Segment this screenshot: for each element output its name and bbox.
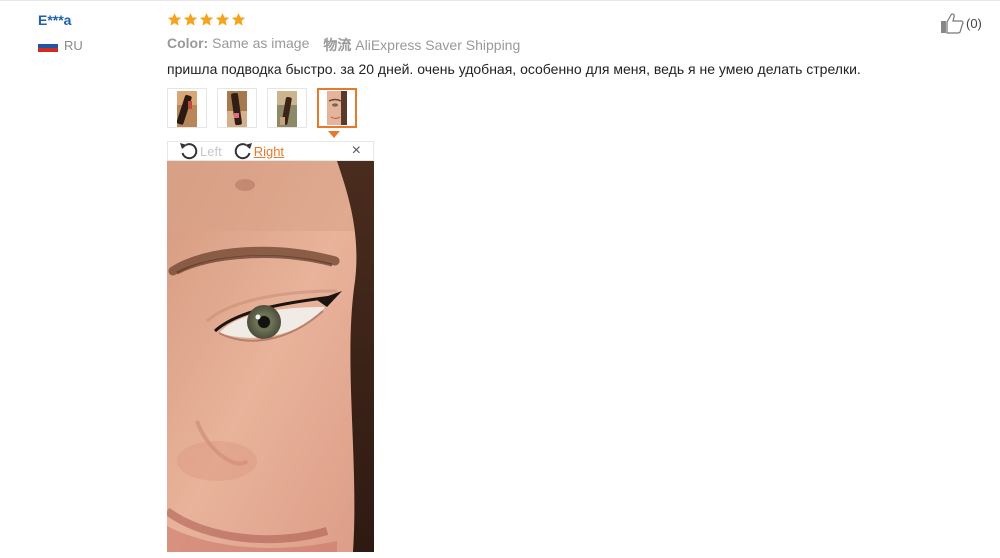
selected-thumbnail-pointer	[328, 131, 340, 138]
reviewer-name: E***a	[38, 12, 72, 28]
face-photo	[167, 161, 374, 552]
country-code: RU	[64, 38, 83, 53]
photo-thumbnail[interactable]	[267, 88, 307, 128]
rotate-right-button[interactable]: Right	[232, 141, 284, 161]
star-icon	[231, 12, 246, 26]
reviewer-info: E***a RU	[38, 10, 148, 53]
star-icon	[199, 12, 214, 26]
rotate-left-label[interactable]: Left	[200, 144, 222, 159]
shipping-info: 物流 AliExpress Saver Shipping	[323, 35, 520, 55]
review-text: пришла подводка быстро. за 20 дней. очен…	[167, 61, 861, 77]
star-icon	[183, 12, 198, 26]
face-photo	[327, 91, 347, 125]
photo-thumbnail[interactable]	[167, 88, 207, 128]
photo-thumbnails	[167, 88, 357, 128]
rotate-right-icon	[234, 143, 252, 160]
close-viewer-button[interactable]: ×	[352, 143, 361, 159]
rotate-right-label[interactable]: Right	[254, 144, 284, 159]
color-label: Color:	[167, 35, 209, 51]
order-info: Color: Same as image 物流 AliExpress Saver…	[167, 35, 520, 55]
divider	[0, 0, 1000, 1]
photo-thumbnail[interactable]	[217, 88, 257, 128]
star-icon	[167, 12, 182, 26]
shipping-value: AliExpress Saver Shipping	[355, 37, 521, 53]
reviewer-country: RU	[38, 38, 148, 53]
eyeliner-photo	[227, 91, 247, 127]
star-icon	[215, 12, 230, 26]
russia-flag-icon	[38, 39, 58, 52]
eyeliner-photo	[177, 91, 197, 127]
star-rating	[167, 12, 246, 27]
enlarged-review-photo	[167, 161, 374, 552]
rotate-left-button[interactable]: Left	[178, 141, 222, 161]
photo-thumbnail-selected[interactable]	[317, 88, 357, 128]
color-value: Same as image	[212, 35, 310, 51]
image-viewer-toolbar: Left Right ×	[167, 141, 374, 161]
color-info: Color: Same as image	[167, 35, 309, 55]
rotate-left-icon	[180, 143, 198, 160]
thumbs-up-icon	[941, 13, 964, 34]
eyeliner-photo	[277, 91, 297, 127]
shipping-label: 物流	[323, 37, 352, 53]
helpful-button[interactable]: (0)	[940, 12, 982, 34]
helpful-count: (0)	[966, 15, 982, 31]
